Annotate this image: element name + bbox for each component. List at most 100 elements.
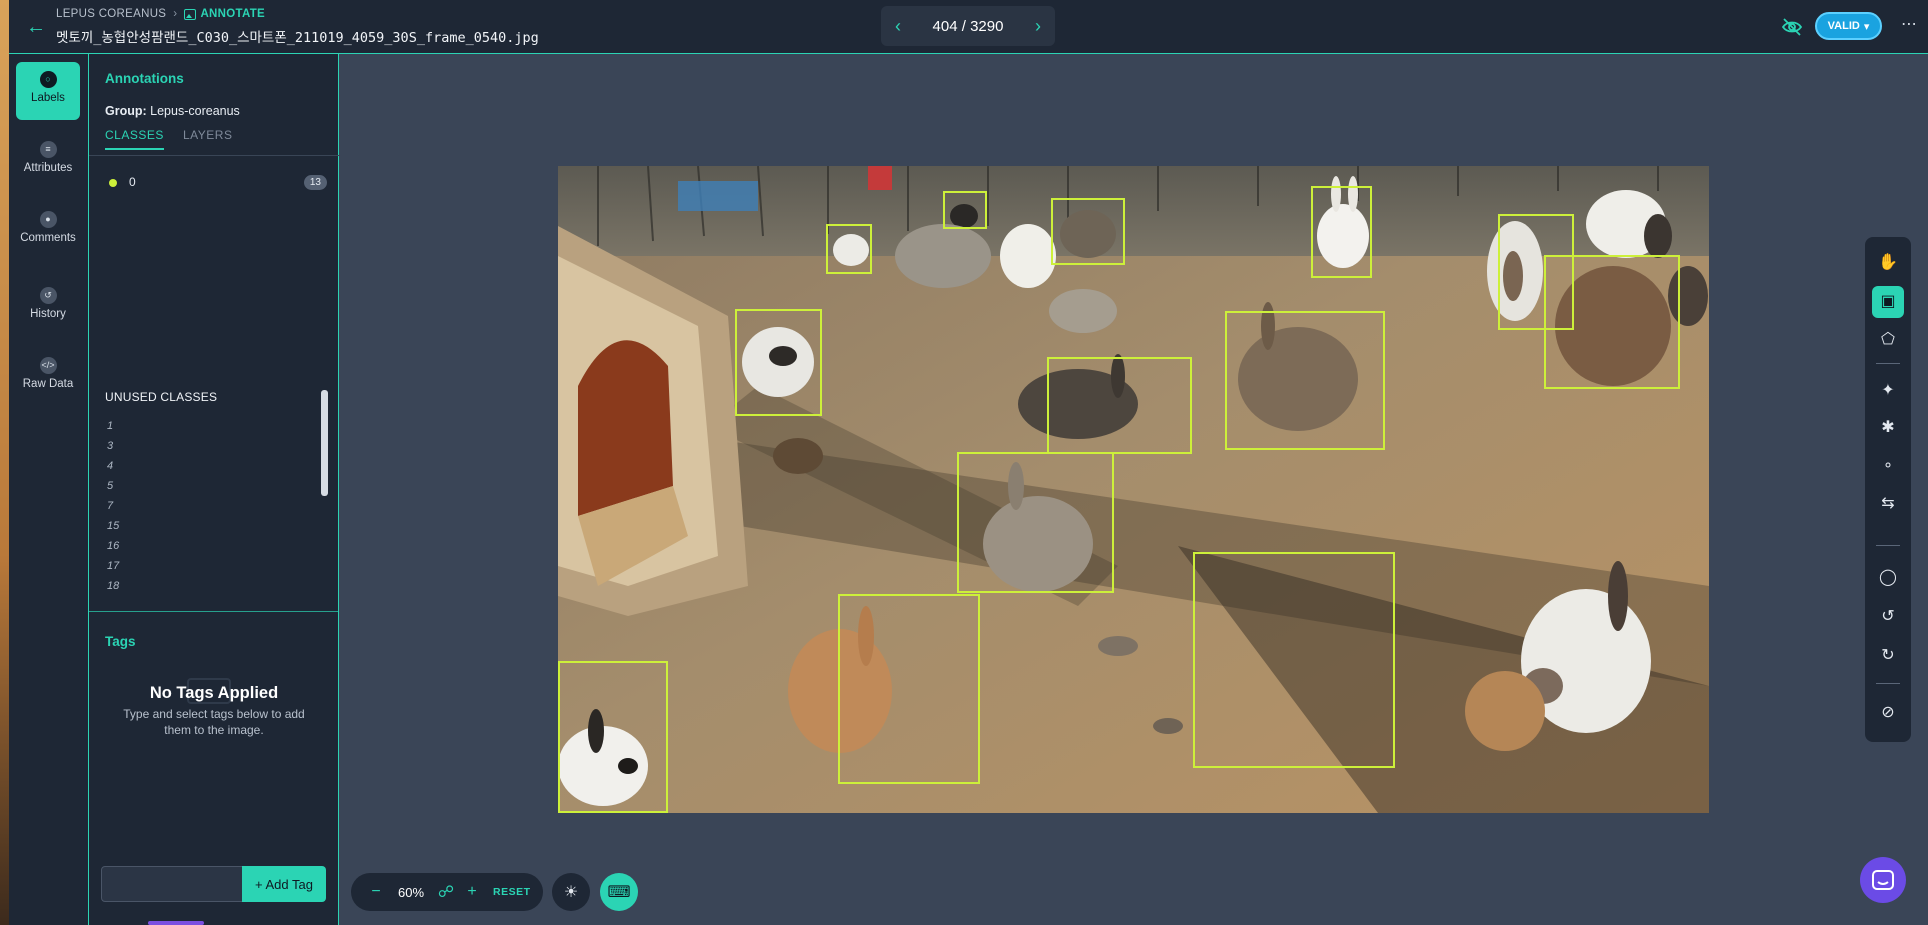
bounding-box[interactable] <box>1193 552 1395 768</box>
unused-class-item[interactable]: 7 <box>105 496 265 516</box>
breadcrumb-annotate-label: ANNOTATE <box>200 8 266 20</box>
unused-class-item[interactable]: 17 <box>105 556 265 576</box>
zoom-lock-icon[interactable]: ☍ <box>433 882 459 902</box>
bounding-box[interactable] <box>957 452 1114 593</box>
nav-rail: ○ Labels ≡ Attributes ● Comments ↺ Histo… <box>9 54 89 925</box>
panel-title: Annotations <box>105 71 184 86</box>
smart-select-icon[interactable]: ✦ <box>1872 375 1904 407</box>
rail-label-history: History <box>30 308 66 320</box>
bounding-box[interactable] <box>735 309 822 416</box>
toolbar-divider <box>1876 545 1900 546</box>
rail-label-raw-data: Raw Data <box>22 378 74 390</box>
tool-palette: ✋ ▣ ⬠ ✦ ✱ ∘ ⇆ ◯ ↺ ↻ ⊘ <box>1865 237 1911 742</box>
unused-class-item[interactable]: 18 <box>105 576 265 596</box>
breadcrumb-project[interactable]: LEPUS COREANUS <box>56 8 166 20</box>
hide-annotations-icon[interactable]: ⊘ <box>1872 697 1904 729</box>
comment-icon[interactable]: ◯ <box>1872 562 1904 594</box>
zoom-in-icon[interactable]: + <box>459 883 485 901</box>
bounding-box[interactable] <box>826 224 872 274</box>
unused-classes-scrollbar[interactable] <box>321 390 328 496</box>
code-icon: </> <box>39 357 57 374</box>
group-value: Lepus-coreanus <box>150 104 240 118</box>
bounding-box[interactable] <box>1544 255 1680 389</box>
zoom-controls: − 60% ☍ + RESET <box>351 873 543 911</box>
bounding-box[interactable] <box>838 594 980 784</box>
status-dropdown-button[interactable]: VALID ▾ <box>1815 12 1882 40</box>
bounding-box[interactable] <box>1311 186 1372 278</box>
unused-class-item[interactable]: 1 <box>105 416 265 436</box>
redo-icon[interactable]: ↻ <box>1872 640 1904 672</box>
brightness-icon[interactable]: ☀ <box>552 873 590 911</box>
image-position: 404 / 3290 <box>932 17 1004 35</box>
toolbar-divider <box>1876 363 1900 364</box>
rail-item-labels[interactable]: ○ Labels <box>16 62 80 120</box>
more-options-icon[interactable]: ⋯ <box>1899 14 1919 38</box>
class-row[interactable]: 0 13 <box>105 172 327 194</box>
back-arrow-icon[interactable]: ← <box>23 14 49 40</box>
rail-label-attributes: Attributes <box>23 162 73 174</box>
add-tag-button[interactable]: + Add Tag <box>242 866 326 902</box>
annotation-canvas[interactable] <box>558 166 1709 813</box>
bounding-box[interactable] <box>1051 198 1125 265</box>
keypoint-icon[interactable]: ∘ <box>1872 450 1904 482</box>
rail-item-attributes[interactable]: ≡ Attributes <box>16 132 80 190</box>
image-icon <box>184 8 197 20</box>
unused-class-item[interactable]: 3 <box>105 436 265 456</box>
list-icon: ≡ <box>39 141 57 158</box>
zoom-out-icon[interactable]: − <box>363 883 389 901</box>
image-filename: 멧토끼_농협안성팜랜드_C030_스마트폰_211019_4059_30S_fr… <box>56 30 539 46</box>
chevron-down-icon: ▾ <box>1863 20 1870 33</box>
class-count-badge: 13 <box>303 175 327 190</box>
eye-off-icon[interactable] <box>1780 15 1804 39</box>
pan-hand-icon[interactable]: ✋ <box>1872 247 1904 279</box>
tabs-divider <box>89 155 339 156</box>
zoom-level: 60% <box>397 884 425 900</box>
bounding-box[interactable] <box>1225 311 1385 450</box>
next-image-icon[interactable]: › <box>1035 16 1041 37</box>
chat-support-icon[interactable] <box>1860 857 1906 903</box>
unused-classes-title: UNUSED CLASSES <box>105 390 218 404</box>
group-label: Group: <box>105 104 147 118</box>
rail-label-comments: Comments <box>20 232 76 244</box>
bottom-indicator <box>148 921 204 925</box>
unused-class-item[interactable]: 5 <box>105 476 265 496</box>
rail-item-history[interactable]: ↺ History <box>16 278 80 336</box>
status-label: VALID <box>1827 20 1860 32</box>
rail-item-comments[interactable]: ● Comments <box>16 202 80 260</box>
history-icon: ↺ <box>39 287 57 304</box>
bounding-box[interactable] <box>558 661 668 813</box>
tag-icon: ○ <box>39 71 57 88</box>
unused-class-item[interactable]: 16 <box>105 536 265 556</box>
reset-zoom-button[interactable]: RESET <box>493 886 531 898</box>
rail-item-raw-data[interactable]: </> Raw Data <box>16 348 80 406</box>
window-edge <box>0 0 9 925</box>
annotations-panel: Annotations Group: Lepus-coreanus CLASSE… <box>89 54 339 925</box>
polygon-icon[interactable]: ⬠ <box>1872 324 1904 356</box>
group-line: Group: Lepus-coreanus <box>105 104 240 118</box>
unused-classes-list: 1 3 4 5 7 15 16 17 18 <box>105 416 265 596</box>
chevron-right-icon: › <box>173 8 178 20</box>
toolbar-divider <box>1876 683 1900 684</box>
top-header: ← LEPUS COREANUS › ANNOTATE 멧토끼_농협안성팜랜드_… <box>9 0 1928 54</box>
unused-class-item[interactable]: 4 <box>105 456 265 476</box>
tags-empty-description: Type and select tags below to add them t… <box>123 707 305 737</box>
magic-wand-icon[interactable]: ✱ <box>1872 412 1904 444</box>
class-color-dot <box>109 179 117 187</box>
keyboard-icon[interactable]: ⌨ <box>600 873 638 911</box>
tab-layers[interactable]: LAYERS <box>183 128 232 148</box>
undo-icon[interactable]: ↺ <box>1872 601 1904 633</box>
unused-class-item[interactable]: 15 <box>105 516 265 536</box>
breadcrumb-annotate[interactable]: ANNOTATE <box>184 8 265 20</box>
prev-image-icon[interactable]: ‹ <box>895 16 901 37</box>
tags-title: Tags <box>105 634 136 649</box>
bounding-box-icon[interactable]: ▣ <box>1872 286 1904 318</box>
panel-tabs: CLASSES LAYERS <box>89 128 339 212</box>
tab-classes[interactable]: CLASSES <box>105 128 164 150</box>
class-name: 0 <box>129 175 136 189</box>
bounding-box[interactable] <box>943 191 987 229</box>
tag-input[interactable] <box>101 866 243 902</box>
repeat-icon[interactable]: ⇆ <box>1872 488 1904 520</box>
chat-bubble-icon <box>1872 870 1894 890</box>
tags-empty-title: No Tags Applied <box>149 684 279 702</box>
bounding-box[interactable] <box>1047 357 1192 454</box>
